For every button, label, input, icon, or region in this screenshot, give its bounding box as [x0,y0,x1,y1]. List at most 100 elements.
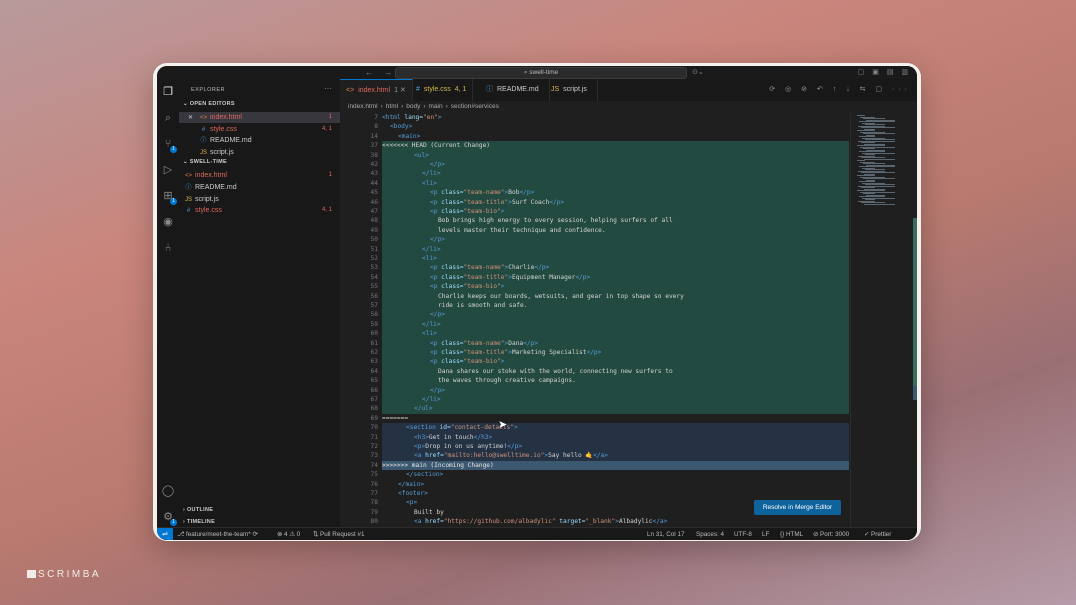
more-actions-icon[interactable]: ··· [324,84,332,93]
open-editor-item[interactable]: JS script.js [179,147,340,158]
open-editors-section[interactable]: ⌄ OPEN EDITORS [183,101,235,107]
back-arrow-icon[interactable]: ← [365,68,373,77]
code-line[interactable]: 72 <p>Drop in on us anytime!</p> [340,442,850,451]
file-item[interactable]: ⓘ README.md [179,182,340,193]
code-line[interactable]: 49 levels master their technique and conf… [340,226,850,235]
source-control-icon[interactable]: ⑂ 1 [161,137,177,153]
code-line[interactable]: 75 </section> [340,470,850,479]
cursor-position[interactable]: Ln 31, Col 17 [647,528,684,540]
code-line[interactable]: 47 <p class="team-bio"> [340,207,850,216]
breadcrumb-item[interactable]: section#services [451,103,499,110]
line-number: 76 [370,480,378,488]
open-editor-item[interactable]: ⓘ README.md [179,135,340,146]
code-line[interactable]: 46 <p class="team-title">Surf Coach</p> [340,198,850,207]
prettier-indicator[interactable]: ✓ Prettier [864,528,891,540]
close-icon[interactable]: ✕ [179,113,193,124]
code-line[interactable]: 68 </ul> [340,404,850,413]
code-line[interactable]: 61 <p class="team-name">Dana</p> [340,339,850,348]
code-line[interactable]: 71 <h3>Get in touch</h3> [340,433,850,442]
port-indicator[interactable]: ⊘ Port: 3000 [813,528,849,540]
line-number: 79 [370,508,378,516]
code-line[interactable]: 7 <html lang="en"> [340,113,850,122]
line-endings[interactable]: LF [762,528,769,540]
settings-icon[interactable]: ⚙ 1 [161,510,177,526]
outline-section[interactable]: › OUTLINE [183,507,213,513]
code-line[interactable]: 43 </li> [340,169,850,178]
code-line[interactable]: 76 </main> [340,480,850,489]
account-icon[interactable]: ◯ [161,484,175,498]
code-editor[interactable]: 7 <html lang="en"> 8 <body> 14 <main> 37 <<<<<<… [340,113,850,527]
code-line[interactable]: 62 <p class="team-title">Marketing Specia… [340,348,850,357]
pull-request-indicator[interactable]: ⇅ Pull Request #1 [313,528,364,540]
code-line[interactable]: 69 ======= [340,414,850,423]
open-editor-item[interactable]: ✕ <> index.html 1 [179,112,340,123]
code-line[interactable]: 42 </p> [340,160,850,169]
code-line[interactable]: 51 </li> [340,245,850,254]
remote-indicator-icon[interactable]: ⇌ [157,528,173,540]
search-icon[interactable]: ⌕ [161,111,175,125]
code-line[interactable]: 73 <a href="mailto:hello@swelltime.io">Sa… [340,451,850,460]
code-line[interactable]: 74 >>>>>>> main (Incoming Change) [340,461,850,470]
code-line[interactable]: 52 <li> [340,254,850,263]
code-line[interactable]: 67 </li> [340,395,850,404]
line-number: 49 [370,226,378,234]
tab-README-md[interactable]: ⓘ README.md [480,79,550,101]
line-number: 50 [370,236,378,244]
github-icon[interactable]: ◉ [161,215,175,229]
code-line[interactable]: 54 <p class="team-title">Equipment Manage… [340,273,850,282]
layout-controls-icon[interactable]: ▢ ▣ ▤ ▥ [858,68,911,76]
code-line[interactable]: 65 the waves through creative campaigns. [340,376,850,385]
timeline-section[interactable]: › TIMELINE [183,519,215,525]
code-line[interactable]: 48 Bob brings high energy to every sessio… [340,216,850,225]
file-item[interactable]: # style.css 4, 1 [179,205,340,216]
code-line[interactable]: 77 <footer> [340,489,850,498]
workspace-section[interactable]: ⌄ SWELL-TIME [183,159,227,165]
code-line[interactable]: 37 <<<<<<< HEAD (Current Change) [340,141,850,150]
code-line[interactable]: 66 </p> [340,386,850,395]
code-line[interactable]: 50 </p> [340,235,850,244]
open-editor-item[interactable]: # style.css 4, 1 [179,124,340,135]
code-line[interactable]: 80 <a href="https://github.com/albadylic"… [340,517,850,526]
encoding[interactable]: UTF-8 [734,528,752,540]
code-line[interactable]: 38 <ul> [340,151,850,160]
tab-script-js[interactable]: JS script.js [545,79,598,101]
vertical-scrollbar[interactable] [913,113,917,527]
tab-style-css[interactable]: # style.css 4, 1 [410,79,474,101]
code-line[interactable]: 56 Charlie keeps our boards, wetsuits, an… [340,292,850,301]
breadcrumb-item[interactable]: body [406,103,420,110]
code-line[interactable]: 57 ride is smooth and safe. [340,301,850,310]
editor-actions-icon[interactable]: ⟳ ◎ ⊘ ↶ ↑ ↓ ⇆ ▢ ··· [769,85,911,93]
code-line[interactable]: 63 <p class="team-bio"> [340,357,850,366]
files-icon[interactable]: ❐ [161,85,175,99]
code-line[interactable]: 55 <p class="team-bio"> [340,282,850,291]
copilot-icon[interactable]: ⊙⌄ [692,68,704,76]
breadcrumb-item[interactable]: main [429,103,443,110]
code-line[interactable]: 64 Dana shares our stoke with the world, … [340,367,850,376]
code-line[interactable]: 59 </li> [340,320,850,329]
language-mode[interactable]: {} HTML [780,528,803,540]
code-line[interactable]: 53 <p class="team-name">Charlie</p> [340,263,850,272]
file-item[interactable]: JS script.js [179,194,340,205]
command-center-search[interactable]: ⌕ swell-time [395,67,687,79]
remote-icon[interactable]: ⑃ [161,241,175,255]
tab-index-html[interactable]: <> index.html 1 ✕ [340,79,413,102]
code-line[interactable]: 45 <p class="team-name">Bob</p> [340,188,850,197]
resolve-in-merge-editor-button[interactable]: Resolve in Merge Editor [754,500,841,515]
code-line[interactable]: 44 <li> [340,179,850,188]
run-debug-icon[interactable]: ▷ [161,163,175,177]
code-text: <<<<<<< HEAD (Current Change) [382,142,491,150]
breadcrumb-item[interactable]: html [386,103,398,110]
breadcrumb-item[interactable]: index.html [348,103,378,110]
problems-indicator[interactable]: ⊗ 4 ⚠ 0 [277,528,300,540]
forward-arrow-icon[interactable]: → [384,68,392,77]
code-line[interactable]: 70 <section id="contact-details"> [340,423,850,432]
branch-indicator[interactable]: ⎇ feature/meet-the-team* ⟳ [177,528,258,540]
indentation[interactable]: Spaces: 4 [696,528,724,540]
code-line[interactable]: 60 <li> [340,329,850,338]
minimap[interactable] [850,113,915,527]
code-line[interactable]: 14 <main> [340,132,850,141]
code-line[interactable]: 58 </p> [340,310,850,319]
code-line[interactable]: 8 <body> [340,122,850,131]
file-item[interactable]: <> index.html 1 [179,170,340,181]
extensions-icon[interactable]: ⊞ 1 [161,189,177,205]
